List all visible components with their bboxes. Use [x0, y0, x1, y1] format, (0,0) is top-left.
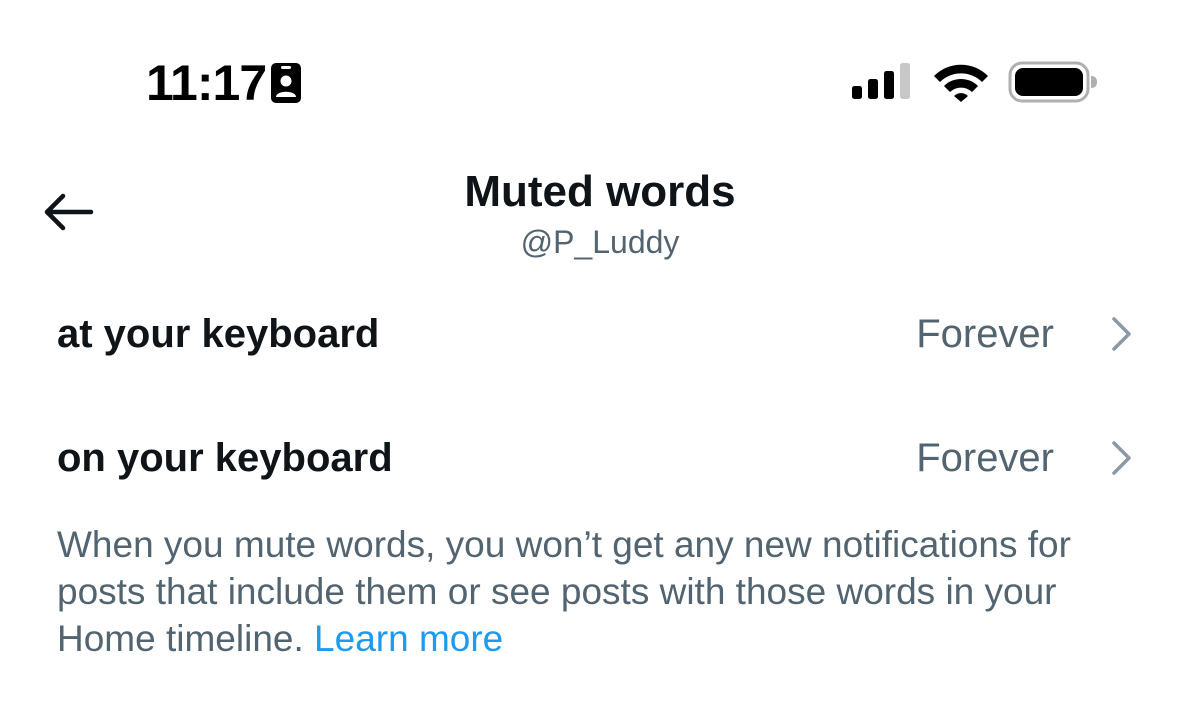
muted-words-description: When you mute words, you won’t get any n… — [57, 521, 1157, 662]
mute-duration: Forever — [916, 312, 1054, 356]
cellular-signal-icon — [852, 63, 910, 99]
mute-duration: Forever — [916, 436, 1054, 480]
muted-word-label: at your keyboard — [57, 312, 380, 356]
muted-word-label: on your keyboard — [57, 436, 393, 480]
page-subtitle: @P_Luddy — [520, 224, 680, 260]
battery-icon — [1008, 61, 1097, 103]
chevron-right-icon — [1112, 441, 1131, 475]
learn-more-link[interactable]: Learn more — [314, 618, 503, 659]
status-time: 11:17 — [146, 55, 267, 111]
page-title: Muted words — [464, 167, 736, 216]
muted-word-row[interactable]: at your keyboard Forever — [0, 278, 1200, 388]
person-badge-icon — [271, 63, 301, 103]
muted-word-row[interactable]: on your keyboard Forever — [0, 402, 1200, 512]
wifi-icon — [934, 64, 988, 102]
description-text: When you mute words, you won’t get any n… — [57, 524, 1071, 659]
chevron-right-icon — [1112, 317, 1131, 351]
